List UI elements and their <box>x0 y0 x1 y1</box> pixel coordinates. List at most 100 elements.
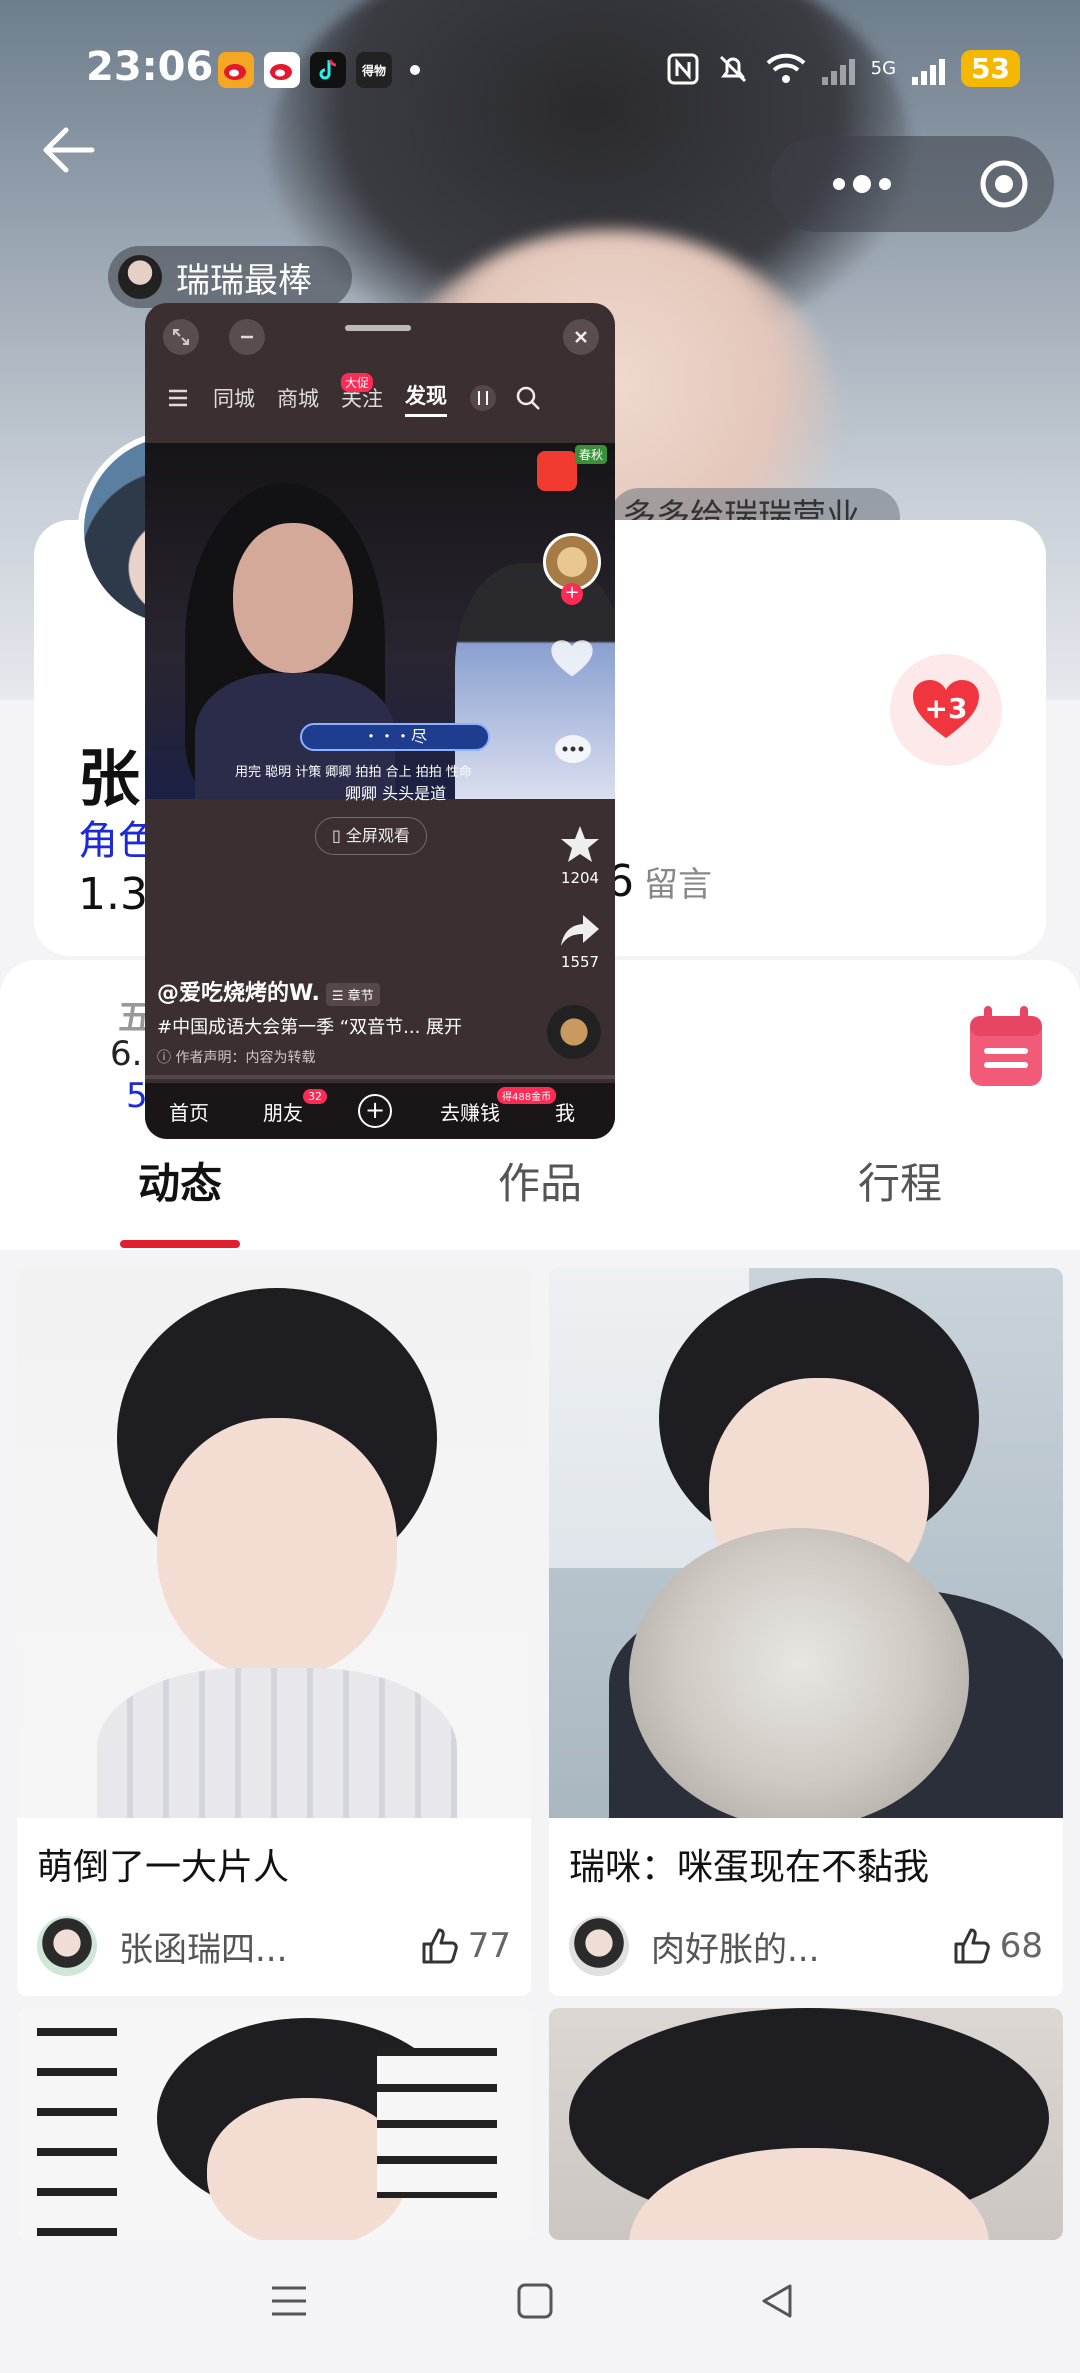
group-chip[interactable]: 瑞瑞最棒 <box>108 246 352 308</box>
tab-schedule[interactable]: 行程 <box>720 1130 1080 1250</box>
feed-card[interactable]: 瑞咪：咪蛋现在不黏我 肉好胀的... 68 <box>549 1268 1063 1996</box>
avatar[interactable] <box>569 1916 629 1976</box>
close-button[interactable] <box>563 319 599 355</box>
signal-1-icon <box>821 53 855 85</box>
feed-card[interactable]: 萌倒了一大片人 张函瑞四... 77 <box>17 1268 531 1996</box>
more-dot-icon <box>853 175 871 193</box>
messages-label: 留言 <box>644 865 712 905</box>
group-avatar <box>118 255 162 299</box>
video-subtitle: 用完 聪明 计策 卿卿 拍拍 合上 拍拍 性命 卿卿 头头是道 <box>235 761 472 804</box>
tab-discover[interactable]: 发现 <box>405 380 447 417</box>
sort-icon[interactable] <box>469 384 497 412</box>
author-statement: ⓘ 作者声明：内容为转载 <box>157 1047 315 1067</box>
close-icon <box>575 331 587 343</box>
messages-stat[interactable]: 6 留言 <box>606 856 712 907</box>
heart-button[interactable]: +3 <box>890 654 1002 766</box>
heart-icon[interactable] <box>550 639 594 679</box>
mall-badge: 大促 <box>341 373 374 392</box>
expand-icon <box>173 329 189 345</box>
fullscreen-button[interactable]: ▯ 全屏观看 <box>315 817 427 855</box>
red-packet-icon[interactable] <box>537 451 577 491</box>
square-icon <box>517 2283 553 2319</box>
video-badge: 春秋 <box>575 445 608 464</box>
like-button[interactable]: 68 <box>952 1926 1043 1966</box>
douyin-bottom-tabbar: 首页 朋友 32 + 去赚钱 得488金币 我 <box>145 1083 615 1139</box>
expand-button[interactable] <box>163 319 199 355</box>
friends-badge: 32 <box>303 1089 327 1104</box>
feed-author[interactable]: 肉好胀的... <box>651 1922 952 1971</box>
feed-author[interactable]: 张函瑞四... <box>119 1922 420 1971</box>
feed-image <box>549 1268 1063 1818</box>
thumbs-up-icon <box>422 1928 458 1964</box>
feed-meta: 肉好胀的... 68 <box>549 1896 1063 1996</box>
tab-home[interactable]: 首页 <box>169 1097 209 1126</box>
heart-icon: +3 <box>911 678 981 742</box>
video-progress-bar[interactable] <box>145 1075 615 1079</box>
more-notifications-dot <box>410 65 420 75</box>
system-navigation-bar <box>0 2240 1080 2373</box>
chapter-label: 章节 <box>347 988 374 1004</box>
triangle-back-icon <box>762 2284 792 2318</box>
tab-earn[interactable]: 去赚钱 <box>440 1097 500 1126</box>
weibo-app-icon <box>218 52 254 88</box>
fullscreen-label: 全屏观看 <box>345 826 410 845</box>
like-count: 77 <box>467 1926 511 1966</box>
video-author[interactable]: @爱吃烧烤的W. ☰ 章节 <box>157 975 380 1007</box>
close-miniprogram-button[interactable] <box>954 158 1054 210</box>
drag-handle[interactable] <box>345 325 411 331</box>
shirt-shape <box>97 1668 457 1818</box>
feed-card[interactable] <box>549 2008 1063 2240</box>
video-author-name: @爱吃烧烤的W. <box>157 981 320 1006</box>
favorite-count: 1204 <box>560 869 600 887</box>
chapter-button[interactable]: ☰ 章节 <box>325 982 380 1006</box>
info-icon: ⓘ <box>157 1050 176 1066</box>
text-graphic <box>377 2048 497 2198</box>
content-tabs: 动态 作品 行程 <box>0 1130 1080 1250</box>
author-statement-text: 作者声明：内容为转载 <box>175 1050 316 1066</box>
tab-works[interactable]: 作品 <box>360 1130 720 1250</box>
search-icon[interactable] <box>515 385 541 411</box>
fullscreen-icon: ▯ <box>332 826 341 845</box>
mini-window-toolbar <box>145 303 615 373</box>
back-button[interactable] <box>36 118 100 182</box>
signal-2-icon <box>912 53 946 85</box>
more-options-button[interactable] <box>770 175 954 193</box>
feed-meta: 张函瑞四... 77 <box>17 1896 531 1996</box>
video-description[interactable]: #中国成语大会第一季 “双音节... 展开 <box>157 1013 462 1039</box>
feed-image <box>17 1268 531 1818</box>
music-disc-icon[interactable] <box>547 1005 601 1059</box>
dewu-label: 得物 <box>361 63 386 78</box>
follow-plus-icon[interactable]: + <box>561 583 583 605</box>
share-button[interactable]: 1557 <box>555 913 605 971</box>
face-shape <box>157 1418 397 1678</box>
heart-count: +3 <box>924 692 968 725</box>
person-face-shape <box>233 523 353 673</box>
network-type: 5G <box>870 58 897 79</box>
calendar-icon[interactable] <box>966 1004 1046 1090</box>
home-button[interactable] <box>514 2280 556 2326</box>
back-nav-button[interactable] <box>756 2280 798 2326</box>
douyin-top-nav: 同城 商城 大促 关注 发现 <box>145 373 615 423</box>
more-dot-icon <box>833 178 845 190</box>
tab-dynamics[interactable]: 动态 <box>0 1130 360 1250</box>
floating-video-window[interactable]: 同城 商城 大促 关注 发现 春秋 + ・・・尽 用完 聪明 计策 卿卿 拍拍 … <box>145 303 615 1139</box>
favorite-button[interactable]: 1204 <box>555 823 605 887</box>
minimize-button[interactable] <box>229 319 265 355</box>
group-name: 瑞瑞最棒 <box>176 260 312 301</box>
comment-icon[interactable] <box>553 733 593 769</box>
more-dot-icon <box>879 178 891 190</box>
dewu-icon: 得物 <box>356 52 392 88</box>
tab-local[interactable]: 同城 <box>213 383 255 413</box>
feed-card[interactable] <box>17 2008 531 2240</box>
recent-apps-button[interactable] <box>268 2280 310 2326</box>
video-subtitle-top: 用完 聪明 计策 卿卿 拍拍 合上 拍拍 性命 <box>235 765 472 780</box>
like-button[interactable]: 77 <box>420 1926 511 1966</box>
create-button[interactable]: + <box>358 1094 392 1128</box>
mute-icon <box>719 55 746 82</box>
menu-icon[interactable] <box>167 388 189 408</box>
tab-mall[interactable]: 商城 <box>277 383 319 413</box>
tab-friends[interactable]: 朋友 <box>263 1097 303 1126</box>
avatar[interactable] <box>37 1916 97 1976</box>
miniprogram-capsule <box>770 136 1054 232</box>
tab-me[interactable]: 我 <box>555 1097 575 1126</box>
